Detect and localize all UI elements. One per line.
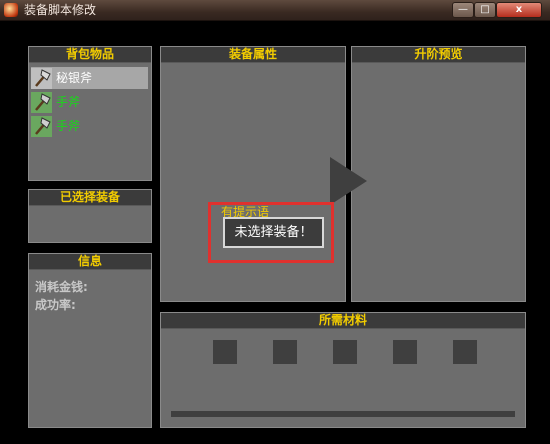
tip-message: 未选择装备！ xyxy=(223,217,324,248)
window-title: 装备脚本修改 xyxy=(24,3,97,17)
materials-title: 所需材料 xyxy=(161,313,525,329)
info-panel: 信息 消耗金钱: 成功率: xyxy=(28,253,152,428)
backpack-panel: 背包物品 秘银斧 手斧 手斧 xyxy=(28,46,152,181)
progress-bar xyxy=(171,411,515,417)
item-name: 手斧 xyxy=(56,95,81,109)
selected-equipment-panel: 已选择装备 xyxy=(28,189,152,243)
window-titlebar: 装备脚本修改 — □ x xyxy=(0,0,550,21)
backpack-item[interactable]: 手斧 xyxy=(31,91,148,113)
attributes-title: 装备属性 xyxy=(161,47,345,63)
client-area: 背包物品 秘银斧 手斧 手斧 已选择装备 信息 消耗金钱: 成功率: 装备属性 … xyxy=(2,22,548,442)
material-slot[interactable] xyxy=(333,340,357,364)
material-slot[interactable] xyxy=(393,340,417,364)
material-slot[interactable] xyxy=(453,340,477,364)
item-name: 秘银斧 xyxy=(56,71,93,85)
close-button[interactable]: x xyxy=(496,2,542,18)
item-name: 手斧 xyxy=(56,119,81,133)
backpack-title: 背包物品 xyxy=(29,47,151,63)
attributes-panel: 装备属性 xyxy=(160,46,346,302)
upgrade-preview-title: 升阶预览 xyxy=(352,47,525,63)
minimize-button[interactable]: — xyxy=(452,2,474,18)
axe-icon xyxy=(31,116,52,137)
axe-icon xyxy=(31,68,52,89)
app-icon xyxy=(4,3,18,17)
axe-icon xyxy=(31,92,52,113)
arrow-right-icon xyxy=(330,157,367,205)
cost-label: 消耗金钱: xyxy=(35,280,88,294)
selected-equipment-title: 已选择装备 xyxy=(29,190,151,206)
backpack-item[interactable]: 秘银斧 xyxy=(31,67,148,89)
upgrade-preview-panel: 升阶预览 xyxy=(351,46,526,302)
material-slot[interactable] xyxy=(213,340,237,364)
backpack-item[interactable]: 手斧 xyxy=(31,115,148,137)
success-rate-label: 成功率: xyxy=(35,298,76,312)
maximize-button[interactable]: □ xyxy=(474,2,496,18)
material-slot[interactable] xyxy=(273,340,297,364)
info-title: 信息 xyxy=(29,254,151,270)
